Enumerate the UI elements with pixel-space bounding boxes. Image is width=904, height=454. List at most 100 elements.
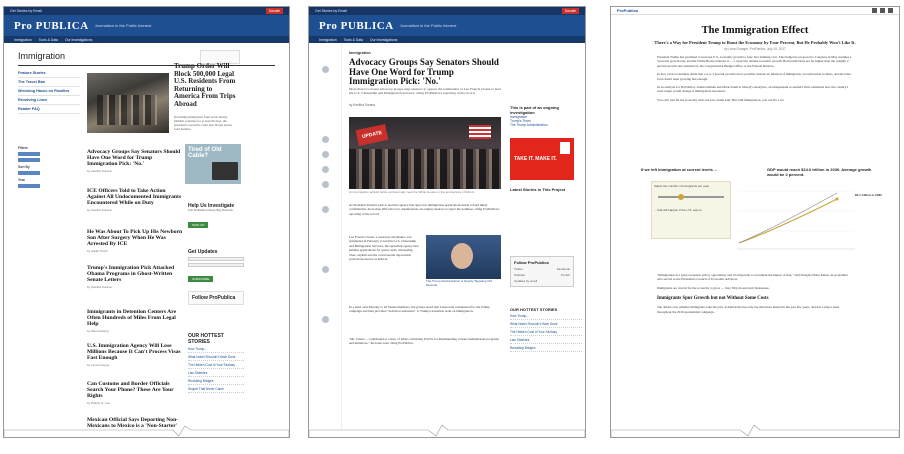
story-item[interactable]: Trump's Immigration Pick Attacked Obama … — [87, 265, 183, 289]
filter-chip[interactable] — [18, 158, 40, 162]
twitter-icon[interactable] — [880, 8, 885, 13]
hottest-item[interactable]: Sequel That Never Came — [188, 385, 244, 393]
story-byline: by Sarah Smith — [87, 248, 108, 253]
email-field[interactable] — [188, 257, 244, 261]
story-item[interactable]: Advocacy Groups Say Senators Should Have… — [87, 149, 183, 173]
article-paragraph: As President Trump's pick to lead the ag… — [349, 203, 500, 216]
story-headline[interactable]: He Was About To Pick Up His Newborn Son … — [87, 229, 183, 248]
nav-item-immigration[interactable]: Immigration — [319, 38, 337, 42]
story-byline: by Lena Groeger — [87, 362, 110, 367]
nav-item-immigration[interactable]: Immigration — [14, 38, 32, 42]
facebook-link[interactable]: Facebook — [557, 267, 570, 271]
adobe-ad[interactable]: TAKE IT. MAKE IT. — [510, 138, 574, 180]
series-title: This is part of an ongoing investigation — [510, 105, 559, 115]
story-item[interactable]: U.S. Immigration Agency Will Lose Millio… — [87, 343, 183, 367]
print-icon[interactable] — [322, 181, 329, 188]
inline-caption[interactable]: The Trump Administration is Quietly Targ… — [426, 279, 501, 287]
nav-item-tools[interactable]: Tools & Data — [344, 38, 363, 42]
ad-text: TAKE IT. MAKE IT. — [514, 156, 557, 162]
side-nav-item[interactable]: Wrecking Havoc on Families — [18, 87, 80, 96]
hottest-item[interactable]: What Nobel Shouldn't Have Done — [510, 320, 582, 328]
hottest-item[interactable]: The Hidden Cost of Your Fantasy — [510, 328, 582, 336]
hottest-item[interactable]: How Trump... — [188, 345, 244, 353]
donate-button[interactable]: Donate — [561, 8, 579, 14]
propublica-logo[interactable]: Pro PUBLICA — [319, 20, 394, 32]
story-item[interactable]: Can Customs and Border Officials Search … — [87, 381, 183, 405]
subscribe-button[interactable]: SUBSCRIBE — [188, 276, 214, 282]
facebook-icon[interactable] — [872, 8, 877, 13]
sort-chip[interactable] — [18, 171, 40, 175]
email-signup-link[interactable]: Get Stories by Email — [10, 9, 42, 13]
hottest-item[interactable]: Law Sidebars — [510, 336, 582, 344]
article-paragraph: In a letter sent Monday to all Senate me… — [349, 305, 490, 314]
brand-logo[interactable]: ProPublica — [617, 8, 638, 13]
feature-photo[interactable] — [87, 73, 169, 133]
filter-label: Filters — [18, 146, 28, 150]
bookmark-icon[interactable] — [322, 266, 329, 273]
year-chip[interactable] — [18, 184, 40, 188]
story-item[interactable]: Immigrants in Detention Centers Are Ofte… — [87, 309, 183, 333]
email-icon[interactable] — [322, 166, 329, 173]
hottest-item[interactable]: The Hidden Cost of Your Fantasy — [188, 361, 244, 369]
podcast-link[interactable]: Podcast — [514, 273, 525, 277]
masthead: Pro PUBLICA Journalism in the Public Int… — [4, 15, 289, 36]
republish-icon[interactable] — [322, 316, 329, 323]
story-headline[interactable]: Trump's Immigration Pick Attacked Obama … — [87, 265, 183, 284]
nav-item-tools[interactable]: Tools & Data — [39, 38, 58, 42]
hottest-item[interactable]: How Trump... — [510, 312, 582, 320]
slider-handle[interactable] — [677, 194, 684, 200]
tumblr-link[interactable]: Tumblr — [561, 273, 570, 277]
nav-item-investigations[interactable]: Our Investigations — [65, 38, 92, 42]
story-headline[interactable]: Can Customs and Border Officials Search … — [87, 381, 183, 400]
laptop-image — [212, 162, 238, 180]
story-item[interactable]: ICE Officers Told to Take Action Against… — [87, 188, 183, 212]
feature-headline[interactable]: Trump Order Will Block 500,000 Legal U.S… — [174, 62, 238, 108]
side-nav-item[interactable]: The Travel Ban — [18, 78, 80, 87]
intro-paragraph: In an analysis for ProPublica, Adam Ozim… — [657, 85, 849, 94]
hottest-item[interactable]: Law Sidebars — [188, 369, 244, 377]
filters-panel: Filters Sort By Year — [18, 143, 42, 188]
article-headline: Advocacy Groups Say Senators Should Have… — [349, 57, 499, 86]
story-headline[interactable]: Immigrants in Detention Centers Are Ofte… — [87, 309, 183, 328]
protest-sign: UPDATE — [355, 124, 389, 146]
article-byline[interactable]: by Kavitha Surana — [349, 103, 375, 107]
comment-icon[interactable] — [322, 206, 329, 213]
cable-ad[interactable]: Tired of Old Cable? — [185, 144, 241, 184]
twitter-link[interactable]: Twitter — [514, 267, 523, 271]
donate-button[interactable]: Donate — [265, 8, 283, 14]
utility-bar: Get Stories by Email Donate — [4, 7, 289, 15]
inline-photo[interactable] — [426, 235, 501, 279]
utility-bar: Get Stories by Email Donate — [309, 7, 585, 15]
nav-item-investigations[interactable]: Our Investigations — [370, 38, 397, 42]
chart-end-label: $5.1 trillion in 2030 — [855, 193, 882, 197]
facebook-icon[interactable] — [322, 151, 329, 158]
hottest-item[interactable]: Revisiting Bridges — [510, 344, 582, 352]
hottest-item[interactable]: Revisiting Bridges — [188, 377, 244, 385]
side-nav-item[interactable]: Revolving Lines — [18, 96, 80, 105]
intro-paragraph: President Trump has promised to increase… — [657, 55, 852, 68]
signup-button[interactable]: SIGN UP — [188, 221, 209, 228]
story-item[interactable]: He Was About To Pick Up His Newborn Son … — [87, 229, 183, 253]
zip-field[interactable] — [188, 263, 244, 267]
side-nav-item[interactable]: Feature Stories — [18, 69, 80, 78]
filter-chip[interactable] — [18, 152, 40, 156]
propublica-logo[interactable]: Pro PUBLICA — [14, 20, 89, 32]
immigration-slider[interactable] — [658, 194, 724, 200]
lead-photo: UPDATE — [349, 117, 501, 189]
story-byline: by Patrick G. Lee — [87, 400, 111, 405]
story-headline[interactable]: Advocacy Groups Say Senators Should Have… — [87, 149, 183, 168]
torn-edge — [309, 424, 585, 437]
hottest-item[interactable]: What Nobel Shouldn't Have Done — [188, 353, 244, 361]
adobe-logo-icon — [560, 142, 570, 154]
email-signup-link[interactable]: Get Stories by Email — [315, 9, 347, 13]
side-nav-item[interactable]: Reader FAQ — [18, 105, 80, 114]
twitter-icon[interactable] — [322, 136, 329, 143]
story-headline[interactable]: U.S. Immigration Agency Will Lose Millio… — [87, 343, 183, 362]
series-link[interactable]: The Trump Administration — [510, 123, 582, 127]
email-icon[interactable] — [888, 8, 893, 13]
email-updates-link[interactable]: Updates by email — [514, 279, 537, 283]
share-icon[interactable] — [322, 66, 329, 73]
ad-text: Tired of Old Cable? — [188, 147, 222, 159]
article-kicker[interactable]: Immigration — [349, 51, 371, 55]
story-headline[interactable]: ICE Officers Told to Take Action Against… — [87, 188, 183, 207]
